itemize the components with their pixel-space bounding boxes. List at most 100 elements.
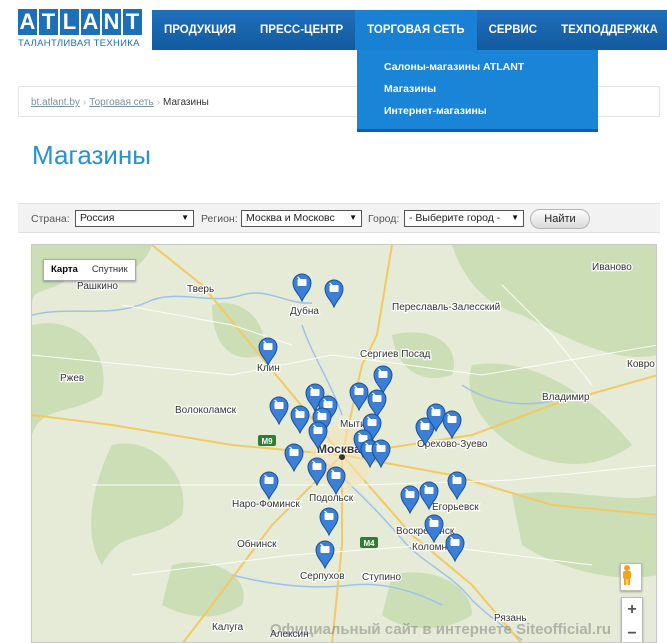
breadcrumb-current: Магазины bbox=[163, 97, 209, 108]
breadcrumb-separator-icon: › bbox=[82, 97, 87, 108]
dropdown-item-shops[interactable]: Магазины bbox=[357, 78, 598, 100]
shopping-cart-icon bbox=[323, 401, 333, 408]
shopping-cart-icon bbox=[331, 472, 341, 479]
region-label: Регион: bbox=[201, 213, 238, 225]
logo-letter: T bbox=[39, 9, 58, 35]
map-road-label: M9 bbox=[261, 437, 273, 446]
breadcrumb-separator-icon: › bbox=[156, 97, 161, 108]
shopping-cart-icon bbox=[289, 449, 299, 456]
shopping-cart-icon bbox=[405, 491, 415, 498]
shopping-cart-icon bbox=[264, 477, 274, 484]
region-select[interactable]: Москва и Московс ▼ bbox=[241, 210, 362, 227]
map-city-label: Подольск bbox=[309, 493, 354, 504]
breadcrumb-site-link[interactable]: bt.atlant.by bbox=[31, 97, 80, 108]
map-city-label: Иваново bbox=[592, 262, 632, 273]
page-title: Магазины bbox=[32, 140, 151, 170]
map-city-label: Серпухов bbox=[300, 571, 345, 582]
shopping-cart-icon bbox=[313, 427, 323, 434]
shopping-cart-icon bbox=[431, 409, 441, 416]
zoom-in-button[interactable]: + bbox=[622, 598, 642, 622]
chevron-down-icon: ▼ bbox=[349, 213, 357, 222]
city-select[interactable]: - Выберите город - ▼ bbox=[404, 210, 524, 227]
shopping-cart-icon bbox=[429, 520, 439, 527]
shopping-cart-icon bbox=[378, 371, 388, 378]
breadcrumb-section-link[interactable]: Торговая сеть bbox=[89, 97, 153, 108]
map-type-control: Карта Спутник bbox=[43, 259, 136, 281]
map-city-label: Волоколамск bbox=[175, 405, 237, 416]
shopping-cart-icon bbox=[354, 388, 364, 395]
map-city-label: Ступино bbox=[362, 572, 401, 583]
map-city-label: Наро-Фоминск bbox=[232, 499, 300, 510]
logo-letter: T bbox=[123, 9, 142, 35]
shopping-cart-icon bbox=[367, 419, 377, 426]
watermark-text: Официальный сайт в интернете Siteofficia… bbox=[270, 621, 612, 638]
map-type-map-button[interactable]: Карта bbox=[44, 260, 85, 280]
shopping-cart-icon bbox=[376, 445, 386, 452]
page-root: A T L A N T ТАЛАНТЛИВАЯ ТЕХНИКА ПРОДУКЦИ… bbox=[0, 0, 667, 643]
logo-tagline: ТАЛАНТЛИВАЯ ТЕХНИКА bbox=[18, 38, 140, 49]
logo-letter: A bbox=[81, 9, 100, 35]
shopping-cart-icon bbox=[312, 463, 322, 470]
dropdown-item-online-shops[interactable]: Интернет-магазины bbox=[357, 100, 598, 122]
nav-item-press-center[interactable]: ПРЕСС-ЦЕНТР bbox=[248, 10, 355, 50]
nav-item-products[interactable]: ПРОДУКЦИЯ bbox=[152, 10, 248, 50]
zoom-out-button[interactable]: − bbox=[622, 622, 642, 642]
shopping-cart-icon bbox=[320, 546, 330, 553]
map-road-badge: M4 bbox=[360, 537, 378, 548]
shopping-cart-icon bbox=[295, 411, 305, 418]
logo-letter: L bbox=[60, 9, 79, 35]
shopping-cart-icon bbox=[310, 389, 320, 396]
map-road-label: M4 bbox=[363, 539, 375, 548]
country-select[interactable]: Россия ▼ bbox=[75, 210, 194, 227]
map-city-label: Москва bbox=[317, 442, 361, 456]
nav-item-service[interactable]: СЕРВИС bbox=[477, 10, 550, 50]
map-city-label: Тверь bbox=[187, 284, 214, 295]
map-city-label: Дубна bbox=[290, 305, 319, 317]
region-select-value: Москва и Московс bbox=[246, 212, 335, 224]
map-city-label: Сергиев Посад bbox=[360, 349, 431, 360]
shopping-cart-icon bbox=[424, 487, 434, 494]
logo-letter: A bbox=[18, 9, 37, 35]
trade-network-dropdown: Салоны-магазины ATLANT Магазины Интернет… bbox=[357, 50, 598, 132]
map-city-label: Егорьевск bbox=[432, 502, 479, 513]
nav-item-trade-network[interactable]: ТОРГОВАЯ СЕТЬ bbox=[355, 10, 477, 50]
map-city-label: Калуга bbox=[212, 622, 244, 633]
shopping-cart-icon bbox=[420, 423, 430, 430]
map-city-label: Владимир bbox=[542, 392, 590, 403]
main-nav: ПРОДУКЦИЯ ПРЕСС-ЦЕНТР ТОРГОВАЯ СЕТЬ СЕРВ… bbox=[152, 10, 667, 50]
city-label: Город: bbox=[368, 213, 400, 225]
chevron-down-icon: ▼ bbox=[511, 213, 519, 222]
map-city-label: Рашкино bbox=[77, 281, 118, 292]
map-city-label: Ржев bbox=[60, 373, 84, 384]
shopping-cart-icon bbox=[329, 285, 339, 292]
shopping-cart-icon bbox=[263, 343, 273, 350]
map-road-badge: M9 bbox=[258, 435, 276, 446]
zoom-control: + − bbox=[621, 597, 643, 642]
chevron-down-icon: ▼ bbox=[181, 213, 189, 222]
stores-map[interactable]: M9 M4 Тверь Рашкино Дубна Иваново Переславль-… bbox=[31, 244, 657, 643]
atlant-logo[interactable]: A T L A N T ТАЛАНТЛИВАЯ ТЕХНИКА bbox=[18, 9, 148, 49]
nav-item-tech-support[interactable]: ТЕХПОДДЕРЖКА bbox=[549, 10, 667, 50]
map-canvas[interactable]: M9 M4 Тверь Рашкино Дубна Иваново Переславль-… bbox=[32, 245, 657, 643]
map-city-label: Обнинск bbox=[237, 538, 277, 550]
city-select-value: - Выберите город - bbox=[409, 212, 501, 224]
shopping-cart-icon bbox=[317, 413, 327, 420]
filter-bar: Страна: Россия ▼ Регион: Москва и Московс… bbox=[18, 203, 660, 233]
shopping-cart-icon bbox=[447, 416, 457, 423]
dropdown-item-atlant-salons[interactable]: Салоны-магазины ATLANT bbox=[357, 56, 598, 78]
shopping-cart-icon bbox=[274, 402, 284, 409]
shopping-cart-icon bbox=[297, 279, 307, 286]
map-city-label: Ковро bbox=[627, 359, 655, 370]
shopping-cart-icon bbox=[324, 513, 334, 520]
map-type-satellite-button[interactable]: Спутник bbox=[85, 260, 135, 280]
logo-letter: N bbox=[102, 9, 121, 35]
shopping-cart-icon bbox=[450, 539, 460, 546]
country-select-value: Россия bbox=[80, 212, 115, 224]
street-view-pegman-icon[interactable] bbox=[620, 563, 642, 591]
country-label: Страна: bbox=[31, 213, 70, 225]
map-city-label: Переславль-Залесский bbox=[392, 302, 500, 313]
logo-wordmark: A T L A N T bbox=[18, 9, 148, 35]
shopping-cart-icon bbox=[452, 477, 462, 484]
find-button[interactable]: Найти bbox=[530, 209, 590, 229]
shopping-cart-icon bbox=[372, 395, 382, 402]
